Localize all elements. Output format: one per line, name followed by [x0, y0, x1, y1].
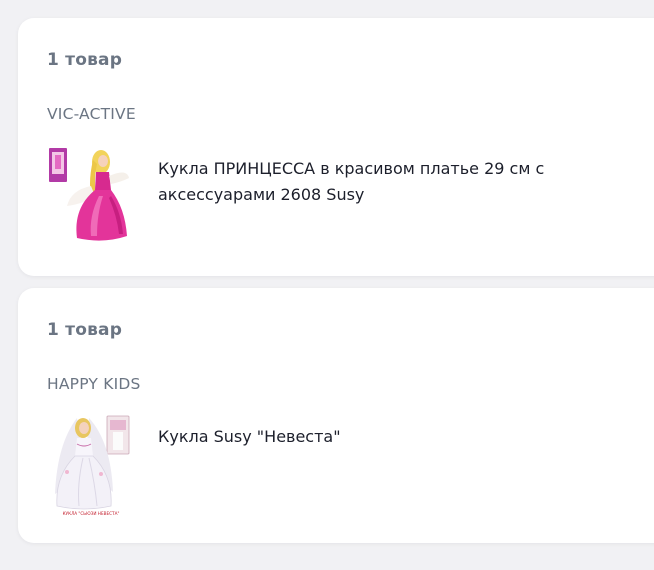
order-group-card: 1 товар VIC-ACTIVE Кукла ПРИНЦЕССА в кра… — [18, 18, 654, 276]
seller-name[interactable]: HAPPY KIDS — [47, 375, 141, 393]
seller-name[interactable]: VIC-ACTIVE — [47, 105, 136, 123]
item-count: 1 товар — [47, 50, 123, 70]
product-image[interactable] — [47, 146, 135, 244]
image-caption: КУКЛА "СЬЮЗИ НЕВЕСТА" — [63, 511, 120, 516]
order-group-card: 1 товар HAPPY KIDS КУКЛА "СЬЮЗИ НЕВЕСТА"… — [18, 288, 654, 543]
product-title[interactable]: Кукла ПРИНЦЕССА в красивом платье 29 см … — [158, 156, 578, 208]
product-image[interactable]: КУКЛА "СЬЮЗИ НЕВЕСТА" — [47, 414, 135, 518]
item-count: 1 товар — [47, 320, 123, 340]
product-title[interactable]: Кукла Susy "Невеста" — [158, 424, 578, 450]
